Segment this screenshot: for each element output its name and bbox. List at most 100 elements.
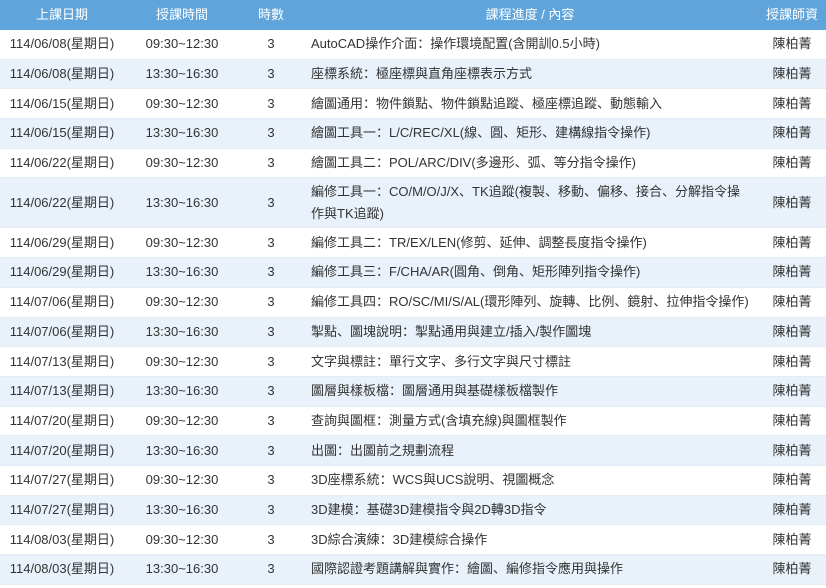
row-time: 09:30~12:30 bbox=[145, 412, 219, 428]
table-row: 114/06/29(星期日) 13:30~16:30 3 編修工具三：F/CHA… bbox=[0, 258, 826, 288]
table-header-row: 上課日期 授課時間 時數 課程進度 / 內容 授課師資 bbox=[0, 0, 826, 30]
row-time: 13:30~16:30 bbox=[145, 264, 219, 280]
table-row: 114/06/22(星期日) 13:30~16:30 3 編修工具一：CO/M/… bbox=[0, 178, 826, 229]
row-hours: 3 bbox=[267, 294, 275, 310]
row-date: 114/07/20(星期日) bbox=[9, 442, 115, 458]
row-instructor: 陳柏菁 bbox=[772, 95, 812, 111]
row-content: 繪圖通用：物件鎖點、物件鎖點追蹤、極座標追蹤、動態輸入 bbox=[311, 95, 663, 111]
row-hours: 3 bbox=[267, 323, 275, 339]
row-date: 114/08/03(星期日) bbox=[9, 531, 115, 547]
row-content: 3D建模：基礎3D建模指令與2D轉3D指令 bbox=[311, 501, 547, 517]
row-date: 114/06/08(星期日) bbox=[9, 66, 115, 82]
table-row: 114/06/29(星期日) 09:30~12:30 3 編修工具二：TR/EX… bbox=[0, 228, 826, 259]
row-date: 114/06/29(星期日) bbox=[9, 264, 115, 280]
row-time: 13:30~16:30 bbox=[145, 383, 219, 399]
row-hours: 3 bbox=[267, 561, 275, 577]
row-hours: 3 bbox=[267, 36, 275, 52]
row-time: 13:30~16:30 bbox=[145, 323, 219, 339]
row-hours: 3 bbox=[267, 383, 275, 399]
row-hours: 3 bbox=[267, 531, 275, 547]
row-date: 114/06/22(星期日) bbox=[9, 155, 115, 171]
row-time: 13:30~16:30 bbox=[145, 442, 219, 458]
row-instructor: 陳柏菁 bbox=[772, 353, 812, 369]
row-time: 09:30~12:30 bbox=[145, 294, 219, 310]
row-content: 座標系統：極座標與直角座標表示方式 bbox=[311, 66, 533, 82]
row-instructor: 陳柏菁 bbox=[772, 36, 812, 52]
row-instructor: 陳柏菁 bbox=[772, 264, 812, 280]
row-hours: 3 bbox=[267, 472, 275, 488]
row-instructor: 陳柏菁 bbox=[772, 194, 812, 210]
row-hours: 3 bbox=[267, 155, 275, 171]
row-date: 114/07/06(星期日) bbox=[9, 323, 115, 339]
row-date: 114/06/08(星期日) bbox=[9, 36, 115, 52]
row-content: AutoCAD操作介面：操作環境配置(含開訓0.5小時) bbox=[311, 36, 600, 52]
row-date: 114/07/13(星期日) bbox=[9, 353, 115, 369]
row-hours: 3 bbox=[267, 234, 275, 250]
table-row: 114/06/22(星期日) 09:30~12:30 3 繪圖工具二：POL/A… bbox=[0, 149, 826, 179]
row-time: 09:30~12:30 bbox=[145, 234, 219, 250]
row-content: 國際認證考題講解與實作：繪圖、編修指令應用與操作 bbox=[311, 561, 624, 577]
row-instructor: 陳柏菁 bbox=[772, 442, 812, 458]
row-content: 3D座標系統：WCS與UCS說明、視圖概念 bbox=[311, 472, 555, 488]
table-row: 114/06/08(星期日) 09:30~12:30 3 AutoCAD操作介面… bbox=[0, 30, 826, 60]
row-time: 09:30~12:30 bbox=[145, 36, 219, 52]
row-hours: 3 bbox=[267, 125, 275, 141]
table-row: 114/07/06(星期日) 09:30~12:30 3 編修工具四：RO/SC… bbox=[0, 288, 826, 318]
row-content: 編修工具三：F/CHA/AR(圓角、倒角、矩形陣列指令操作) bbox=[311, 264, 641, 280]
row-hours: 3 bbox=[267, 501, 275, 517]
table-row: 114/07/20(星期日) 09:30~12:30 3 查詢與圖框：測量方式(… bbox=[0, 407, 826, 437]
row-content: 掣點、圖塊說明：掣點通用與建立/插入/製作圖塊 bbox=[311, 323, 592, 339]
table-row: 114/06/15(星期日) 13:30~16:30 3 繪圖工具一：L/C/R… bbox=[0, 119, 826, 149]
row-instructor: 陳柏菁 bbox=[772, 561, 812, 577]
row-hours: 3 bbox=[267, 66, 275, 82]
row-hours: 3 bbox=[267, 412, 275, 428]
row-time: 13:30~16:30 bbox=[145, 125, 219, 141]
row-date: 114/07/20(星期日) bbox=[9, 412, 115, 428]
row-date: 114/07/06(星期日) bbox=[9, 294, 115, 310]
column-header-content: 課程進度 / 內容 bbox=[485, 7, 575, 22]
table-row: 114/06/15(星期日) 09:30~12:30 3 繪圖通用：物件鎖點、物… bbox=[0, 89, 826, 120]
row-hours: 3 bbox=[267, 264, 275, 280]
row-instructor: 陳柏菁 bbox=[772, 234, 812, 250]
row-instructor: 陳柏菁 bbox=[772, 294, 812, 310]
row-content: 圖層與樣板檔：圖層通用與基礎樣板檔製作 bbox=[311, 383, 559, 399]
table-row: 114/07/06(星期日) 13:30~16:30 3 掣點、圖塊說明：掣點通… bbox=[0, 317, 826, 348]
row-date: 114/06/22(星期日) bbox=[9, 194, 115, 210]
row-time: 09:30~12:30 bbox=[145, 155, 219, 171]
row-time: 13:30~16:30 bbox=[145, 501, 219, 517]
column-header-time: 授課時間 bbox=[155, 7, 208, 22]
row-instructor: 陳柏菁 bbox=[772, 155, 812, 171]
row-instructor: 陳柏菁 bbox=[772, 66, 812, 82]
row-content: 編修工具二：TR/EX/LEN(修剪、延伸、調整長度指令操作) bbox=[311, 234, 647, 250]
row-instructor: 陳柏菁 bbox=[772, 383, 812, 399]
course-schedule-table: 上課日期 授課時間 時數 課程進度 / 內容 授課師資 114/06/08(星期… bbox=[0, 0, 826, 585]
row-time: 09:30~12:30 bbox=[145, 353, 219, 369]
row-content: 3D綜合演練：3D建模綜合操作 bbox=[311, 531, 488, 547]
table-row: 114/07/27(星期日) 13:30~16:30 3 3D建模：基礎3D建模… bbox=[0, 495, 826, 526]
table-row: 114/07/20(星期日) 13:30~16:30 3 出圖：出圖前之規劃流程… bbox=[0, 436, 826, 466]
row-time: 09:30~12:30 bbox=[145, 95, 219, 111]
row-hours: 3 bbox=[267, 442, 275, 458]
row-date: 114/06/15(星期日) bbox=[9, 125, 115, 141]
row-instructor: 陳柏菁 bbox=[772, 501, 812, 517]
table-body: 114/06/08(星期日) 09:30~12:30 3 AutoCAD操作介面… bbox=[0, 30, 826, 585]
table-row: 114/07/27(星期日) 09:30~12:30 3 3D座標系統：WCS與… bbox=[0, 466, 826, 496]
row-hours: 3 bbox=[267, 194, 275, 210]
row-content: 編修工具四：RO/SC/MI/S/AL(環形陣列、旋轉、比例、鏡射、拉伸指令操作… bbox=[311, 294, 749, 310]
table-row: 114/07/13(星期日) 09:30~12:30 3 文字與標註：單行文字、… bbox=[0, 347, 826, 377]
row-content: 查詢與圖框：測量方式(含填充線)與圖框製作 bbox=[311, 412, 567, 428]
column-header-hours: 時數 bbox=[257, 7, 284, 22]
row-time: 09:30~12:30 bbox=[145, 472, 219, 488]
row-content: 編修工具一：CO/M/O/J/X、TK追蹤(複製、移動、偏移、接合、分解指令操作… bbox=[311, 183, 741, 221]
row-content: 文字與標註：單行文字、多行文字與尺寸標註 bbox=[311, 353, 572, 369]
column-header-date: 上課日期 bbox=[35, 7, 88, 22]
row-date: 114/06/29(星期日) bbox=[9, 234, 115, 250]
row-date: 114/06/15(星期日) bbox=[9, 95, 115, 111]
row-instructor: 陳柏菁 bbox=[772, 472, 812, 488]
table-row: 114/06/08(星期日) 13:30~16:30 3 座標系統：極座標與直角… bbox=[0, 59, 826, 90]
row-hours: 3 bbox=[267, 95, 275, 111]
row-time: 09:30~12:30 bbox=[145, 531, 219, 547]
column-header-instructor: 授課師資 bbox=[765, 7, 818, 22]
row-content: 出圖：出圖前之規劃流程 bbox=[311, 442, 455, 458]
row-date: 114/08/03(星期日) bbox=[9, 561, 115, 577]
